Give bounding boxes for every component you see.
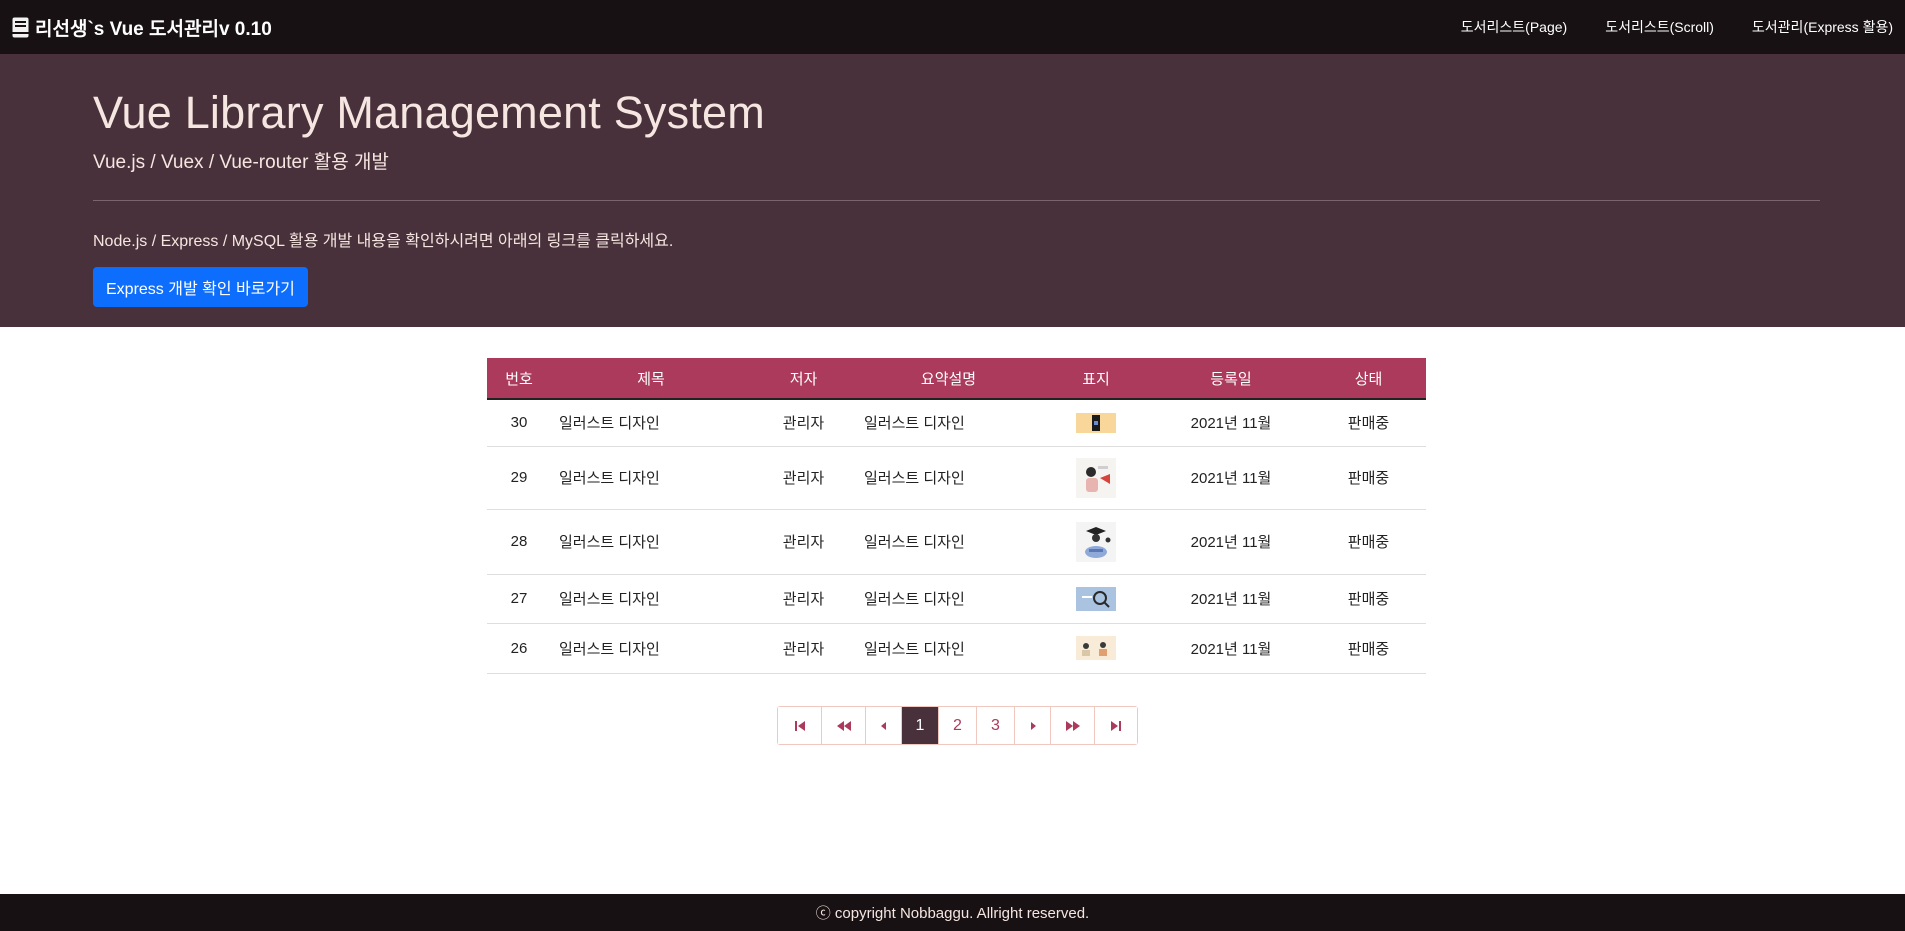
cell-author: 관리자	[751, 399, 856, 447]
table-row[interactable]: 28 일러스트 디자인 관리자 일러스트 디자인 2021년 11월 판매중	[487, 509, 1426, 575]
cell-author: 관리자	[751, 623, 856, 674]
table-row[interactable]: 26 일러스트 디자인 관리자 일러스트 디자인 2021년 11월 판매중	[487, 623, 1426, 674]
cell-summary: 일러스트 디자인	[856, 623, 1041, 674]
brand-link[interactable]: 리선생`s Vue 도서관리v 0.10	[12, 14, 272, 41]
double-chevron-left-icon	[836, 719, 852, 733]
cell-author: 관리자	[751, 574, 856, 624]
book-cover-thumbnail[interactable]	[1076, 586, 1116, 611]
page-prev-block-button[interactable]	[822, 707, 866, 744]
cell-date: 2021년 11월	[1151, 509, 1311, 575]
page-first-button[interactable]	[778, 707, 822, 744]
nav-link-book-list-page[interactable]: 도서리스트(Page)	[1461, 17, 1567, 37]
book-icon	[12, 17, 29, 38]
hero-subtitle: Vue.js / Vuex / Vue-router 활용 개발	[93, 152, 389, 173]
page-last-button[interactable]	[1095, 707, 1137, 744]
top-navbar: 리선생`s Vue 도서관리v 0.10 도서리스트(Page) 도서리스트(S…	[0, 0, 1905, 54]
express-link-button[interactable]: Express 개발 확인 바로가기	[93, 267, 308, 307]
cell-date: 2021년 11월	[1151, 399, 1311, 447]
header-author: 저자	[789, 370, 818, 388]
page-prev-button[interactable]	[866, 707, 902, 744]
cell-status: 판매중	[1311, 574, 1426, 624]
cell-status: 판매중	[1311, 509, 1426, 575]
page-footer: ⓒ copyright Nobbaggu. Allright reserved.	[0, 894, 1905, 931]
header-title: 제목	[637, 370, 665, 388]
cell-date: 2021년 11월	[1151, 574, 1311, 624]
header-summary: 요약설명	[920, 370, 977, 388]
double-chevron-right-icon	[1065, 719, 1081, 733]
page-number-1[interactable]: 1	[902, 707, 939, 744]
cell-no: 30	[487, 399, 551, 447]
cell-title[interactable]: 일러스트 디자인	[551, 446, 751, 510]
skip-to-first-icon	[793, 719, 807, 733]
book-cover-thumbnail[interactable]	[1076, 412, 1116, 433]
cell-title[interactable]: 일러스트 디자인	[551, 509, 751, 575]
book-table-container: 번호 제목 저자 요약설명 표지 등록일 상태 30 일러스트 디자인 관리자 …	[487, 358, 1426, 674]
table-row[interactable]: 27 일러스트 디자인 관리자 일러스트 디자인 2021년 11월 판매중	[487, 574, 1426, 624]
cell-no: 27	[487, 574, 551, 624]
caret-left-icon	[880, 721, 888, 731]
brand-text: 리선생`s Vue 도서관리v 0.10	[35, 18, 272, 40]
book-cover-thumbnail[interactable]	[1076, 521, 1116, 562]
table-row[interactable]: 29 일러스트 디자인 관리자 일러스트 디자인 2021년 11월 판매중	[487, 446, 1426, 510]
cell-author: 관리자	[751, 446, 856, 510]
page-number-3[interactable]: 3	[977, 707, 1015, 744]
footer-copyright: ⓒ copyright Nobbaggu. Allright reserved.	[815, 905, 1090, 922]
cell-cover	[1041, 399, 1151, 447]
cell-date: 2021년 11월	[1151, 446, 1311, 510]
cell-date: 2021년 11월	[1151, 623, 1311, 674]
header-status: 상태	[1354, 370, 1383, 388]
hero-title: Vue Library Management System	[93, 87, 765, 138]
cell-cover	[1041, 509, 1151, 575]
book-cover-thumbnail[interactable]	[1076, 636, 1116, 660]
header-cover: 표지	[1082, 370, 1110, 388]
nav-link-book-admin-express[interactable]: 도서관리(Express 활용)	[1752, 17, 1893, 37]
book-cover-thumbnail[interactable]	[1076, 457, 1116, 498]
cell-no: 26	[487, 623, 551, 674]
cell-title[interactable]: 일러스트 디자인	[551, 574, 751, 624]
cell-no: 29	[487, 446, 551, 510]
cell-summary: 일러스트 디자인	[856, 399, 1041, 447]
header-no: 번호	[505, 370, 533, 388]
cell-title[interactable]: 일러스트 디자인	[551, 399, 751, 447]
cell-summary: 일러스트 디자인	[856, 574, 1041, 624]
page-next-button[interactable]	[1015, 707, 1051, 744]
cell-status: 판매중	[1311, 399, 1426, 447]
cell-title[interactable]: 일러스트 디자인	[551, 623, 751, 674]
table-row[interactable]: 30 일러스트 디자인 관리자 일러스트 디자인 2021년 11월 판매중	[487, 399, 1426, 447]
caret-right-icon	[1029, 721, 1037, 731]
cell-cover	[1041, 574, 1151, 624]
skip-to-last-icon	[1109, 719, 1123, 733]
cell-cover	[1041, 446, 1151, 510]
cell-no: 28	[487, 509, 551, 575]
book-table: 번호 제목 저자 요약설명 표지 등록일 상태 30 일러스트 디자인 관리자 …	[487, 358, 1426, 674]
cell-status: 판매중	[1311, 623, 1426, 674]
nav-link-book-list-scroll[interactable]: 도서리스트(Scroll)	[1605, 17, 1714, 37]
cell-author: 관리자	[751, 509, 856, 575]
cell-summary: 일러스트 디자인	[856, 446, 1041, 510]
hero-section: Vue Library Management System Vue.js / V…	[0, 54, 1905, 327]
nav-links: 도서리스트(Page) 도서리스트(Scroll) 도서관리(Express 활…	[1423, 17, 1893, 37]
table-header-row: 번호 제목 저자 요약설명 표지 등록일 상태	[487, 358, 1426, 399]
cell-summary: 일러스트 디자인	[856, 509, 1041, 575]
header-date: 등록일	[1210, 370, 1252, 388]
cell-status: 판매중	[1311, 446, 1426, 510]
hero-description: Node.js / Express / MySQL 활용 개발 내용을 확인하시…	[93, 233, 674, 250]
page-number-2[interactable]: 2	[939, 707, 977, 744]
pagination: 1 2 3	[777, 706, 1138, 745]
page-next-block-button[interactable]	[1051, 707, 1095, 744]
hero-divider	[93, 200, 1820, 201]
cell-cover	[1041, 623, 1151, 674]
